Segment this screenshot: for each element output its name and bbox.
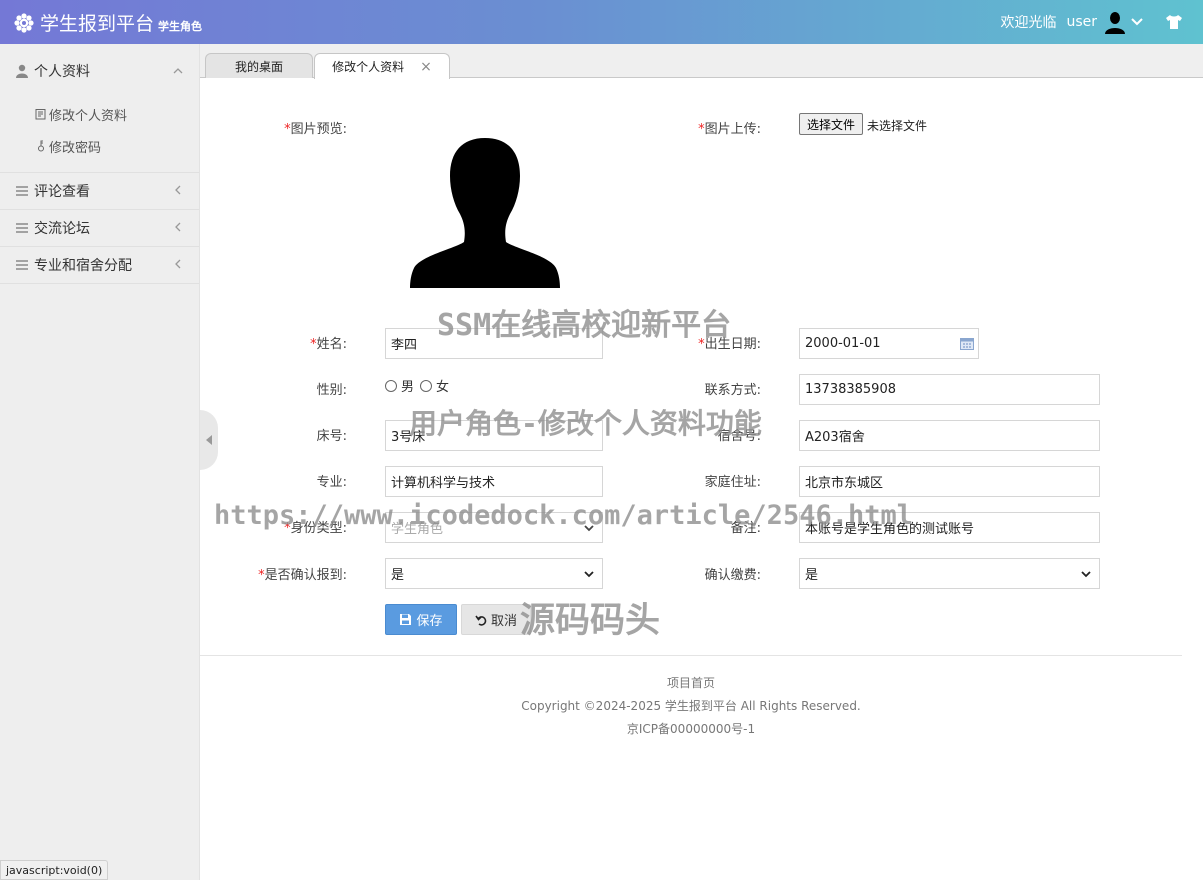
chevron-left-icon — [175, 259, 181, 269]
chevron-down-icon — [1081, 571, 1091, 578]
sidebar-item-edit-profile[interactable]: 修改个人资料 — [0, 98, 199, 130]
user-icon — [16, 64, 28, 78]
gender-male-label: 男 — [401, 380, 415, 395]
fee-label: 确认缴费: — [704, 568, 761, 583]
browser-status-bar: javascript:void(0) — [0, 860, 109, 880]
sidebar-group-label: 专业和宿舍分配 — [34, 258, 132, 274]
list-icon — [16, 260, 28, 270]
watermark-source: 源码码头 — [520, 601, 661, 641]
app-title: 学生报到平台 — [40, 13, 155, 35]
name-label: *姓名: — [310, 337, 347, 352]
list-icon — [16, 223, 28, 233]
contact-label: 联系方式: — [704, 383, 761, 398]
gender-radio-group: 男 女 — [385, 376, 455, 395]
address-input[interactable]: 北京市东城区 — [799, 466, 1100, 497]
footer-divider — [200, 655, 1182, 656]
chevron-left-icon — [175, 222, 181, 232]
chevron-down-icon[interactable] — [1131, 16, 1143, 28]
key-icon — [38, 140, 44, 152]
footer-icp[interactable]: 京ICP备00000000号-1 — [200, 720, 1182, 737]
confirm-value: 是 — [391, 568, 405, 583]
save-icon — [400, 614, 412, 625]
user-avatar-icon[interactable] — [1103, 10, 1127, 34]
edit-icon — [35, 109, 46, 120]
address-label: 家庭住址: — [704, 475, 761, 490]
save-button[interactable]: 保存 — [385, 604, 457, 635]
contact-input[interactable]: 13738385908 — [799, 374, 1100, 405]
birth-date-value: 2000-01-01 — [805, 336, 881, 351]
sidebar-group-major-dorm[interactable]: 专业和宿舍分配 — [0, 247, 199, 284]
sidebar-group-comments[interactable]: 评论查看 — [0, 173, 199, 210]
sidebar-item-label: 修改个人资料 — [49, 108, 128, 124]
gender-female-label: 女 — [436, 380, 450, 395]
gender-label: 性别: — [316, 383, 347, 398]
tab-label: 修改个人资料 — [332, 60, 405, 74]
brand[interactable]: 学生报到平台 学生角色 — [14, 9, 202, 36]
save-label: 保存 — [416, 614, 443, 629]
username[interactable]: user — [1066, 14, 1097, 30]
birth-date-input[interactable]: 2000-01-01 — [799, 328, 979, 359]
tab-label: 我的桌面 — [234, 59, 283, 74]
choose-file-button[interactable]: 选择文件 — [799, 113, 863, 135]
confirm-label: *是否确认报到: — [258, 568, 347, 583]
watermark-subtitle: 用户角色-修改个人资料功能 — [409, 407, 762, 440]
chevron-down-icon — [584, 571, 594, 578]
close-icon[interactable]: × — [420, 59, 432, 75]
photo-preview-label: *图片预览: — [284, 122, 347, 137]
undo-icon — [475, 615, 487, 626]
tab-bar: 我的桌面 修改个人资料 × — [200, 44, 1203, 79]
sidebar-item-change-password[interactable]: 修改密码 — [0, 130, 199, 162]
photo-upload-label: *图片上传: — [698, 122, 761, 137]
welcome-text: 欢迎光临 — [1000, 15, 1057, 31]
gender-male-radio[interactable] — [385, 379, 397, 392]
confirm-fee-select[interactable]: 是 — [799, 558, 1100, 589]
avatar-placeholder-image — [410, 138, 560, 288]
tshirt-icon[interactable] — [1165, 14, 1183, 30]
sidebar-group-label: 交流论坛 — [34, 221, 90, 237]
sidebar-item-label: 修改密码 — [49, 140, 102, 156]
chevron-up-icon — [173, 68, 183, 74]
dorm-input[interactable]: A203宿舍 — [799, 420, 1100, 451]
fee-value: 是 — [805, 568, 819, 583]
app-role: 学生角色 — [158, 20, 203, 33]
file-status-text: 未选择文件 — [867, 119, 928, 133]
watermark-url: https://www.icodedock.com/article/2546.h… — [214, 500, 913, 531]
calendar-icon[interactable] — [960, 337, 974, 350]
sidebar-group-profile[interactable]: 个人资料 — [0, 44, 199, 98]
main-content: *图片预览: *图片上传: 选择文件 未选择文件 *姓名: 李四 *出生日期: … — [200, 78, 1203, 880]
confirm-checkin-select[interactable]: 是 — [385, 558, 603, 589]
tab-edit-profile[interactable]: 修改个人资料 × — [314, 53, 450, 79]
top-header: 学生报到平台 学生角色 欢迎光临 user — [0, 0, 1203, 44]
bed-label: 床号: — [316, 429, 347, 444]
gear-logo-icon — [14, 12, 34, 33]
footer-copyright: Copyright ©2024-2025 学生报到平台 All Rights R… — [521, 699, 861, 713]
sidebar-group-label: 评论查看 — [34, 184, 90, 200]
sidebar-group-forum[interactable]: 交流论坛 — [0, 210, 199, 247]
chevron-left-icon — [175, 185, 181, 195]
cancel-label: 取消 — [490, 614, 517, 629]
watermark-title: SSM在线高校迎新平台 — [437, 308, 732, 343]
major-input[interactable]: 计算机科学与技术 — [385, 466, 603, 497]
list-icon — [16, 186, 28, 196]
gender-female-radio[interactable] — [420, 379, 433, 392]
sidebar: 个人资料 修改个人资料 修改密码 评论查看 交流论坛 专业和宿舍分配 — [0, 44, 200, 880]
major-label: 专业: — [316, 475, 347, 490]
footer-home-link[interactable]: 项目首页 — [200, 674, 1182, 691]
sidebar-group-label: 个人资料 — [34, 64, 90, 80]
tab-desktop[interactable]: 我的桌面 — [205, 53, 313, 78]
